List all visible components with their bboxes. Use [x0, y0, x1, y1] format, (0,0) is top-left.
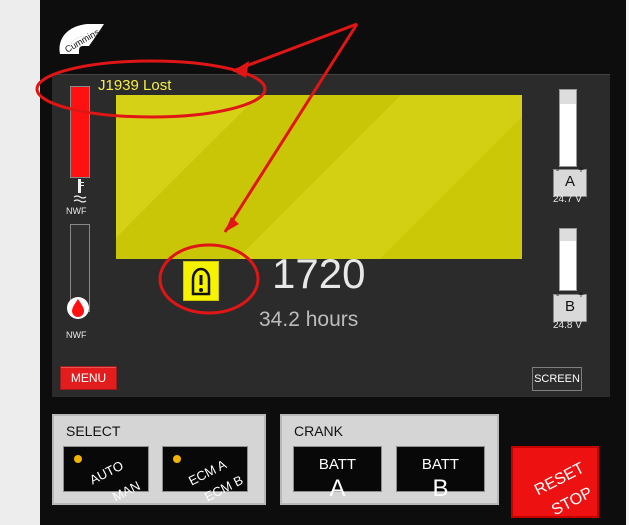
oil-label: NWF — [66, 330, 87, 340]
battery-a-icon: - + A — [553, 165, 587, 197]
menu-button[interactable]: MENU — [60, 366, 117, 390]
temperature-gauge-fill — [71, 87, 89, 177]
battery-a-voltage: 24.7 V — [553, 194, 582, 205]
auto-man-labels: AUTO MAN — [64, 447, 148, 505]
auto-label: AUTO — [87, 457, 126, 488]
temperature-gauge — [70, 86, 90, 178]
crank-batt-b-button[interactable]: BATT B — [396, 446, 485, 502]
crank-batt-a-button[interactable]: BATT A — [293, 446, 382, 502]
battery-b-icon: - + B — [553, 290, 587, 322]
battery-b-letter: B — [564, 298, 575, 315]
crank-batt-a-label: BATT — [318, 456, 357, 473]
crank-batt-a-letter: A — [329, 475, 346, 502]
screen-button[interactable]: SCREEN — [532, 367, 582, 391]
engine-hours: 34.2 hours — [259, 308, 359, 331]
battery-b-fill — [560, 241, 576, 290]
graphics-screen — [116, 95, 522, 259]
battery-a-plus: + — [578, 165, 584, 176]
ecm-labels: ECM A ECM B — [163, 447, 247, 505]
reset-stop-button[interactable]: RESET STOP — [511, 446, 599, 519]
battery-b-plus: + — [578, 290, 584, 301]
crank-batt-b-label: BATT — [421, 456, 460, 473]
temperature-icon — [73, 179, 87, 203]
crank-title: CRANK — [294, 423, 344, 439]
auto-man-button[interactable]: AUTO MAN — [63, 446, 149, 505]
status-message: J1939 Lost — [98, 77, 172, 94]
oil-drop-icon — [67, 297, 89, 319]
cummins-logo: Cummins — [59, 24, 104, 55]
temperature-label: NWF — [66, 206, 87, 216]
battery-b-voltage: 24.8 V — [553, 320, 582, 331]
battery-b-gauge — [559, 228, 577, 291]
engine-speed: 1720 — [272, 250, 366, 297]
battery-b-minus: - — [556, 290, 560, 301]
crank-batt-b-letter: B — [432, 475, 449, 502]
battery-a-minus: - — [556, 165, 560, 176]
battery-a-fill — [560, 103, 576, 166]
ecm-select-button[interactable]: ECM A ECM B — [162, 446, 248, 505]
battery-a-letter: A — [564, 173, 575, 190]
engine-warning-icon — [183, 261, 219, 301]
select-title: SELECT — [66, 423, 121, 439]
background-strip — [0, 0, 40, 525]
battery-a-gauge — [559, 89, 577, 167]
